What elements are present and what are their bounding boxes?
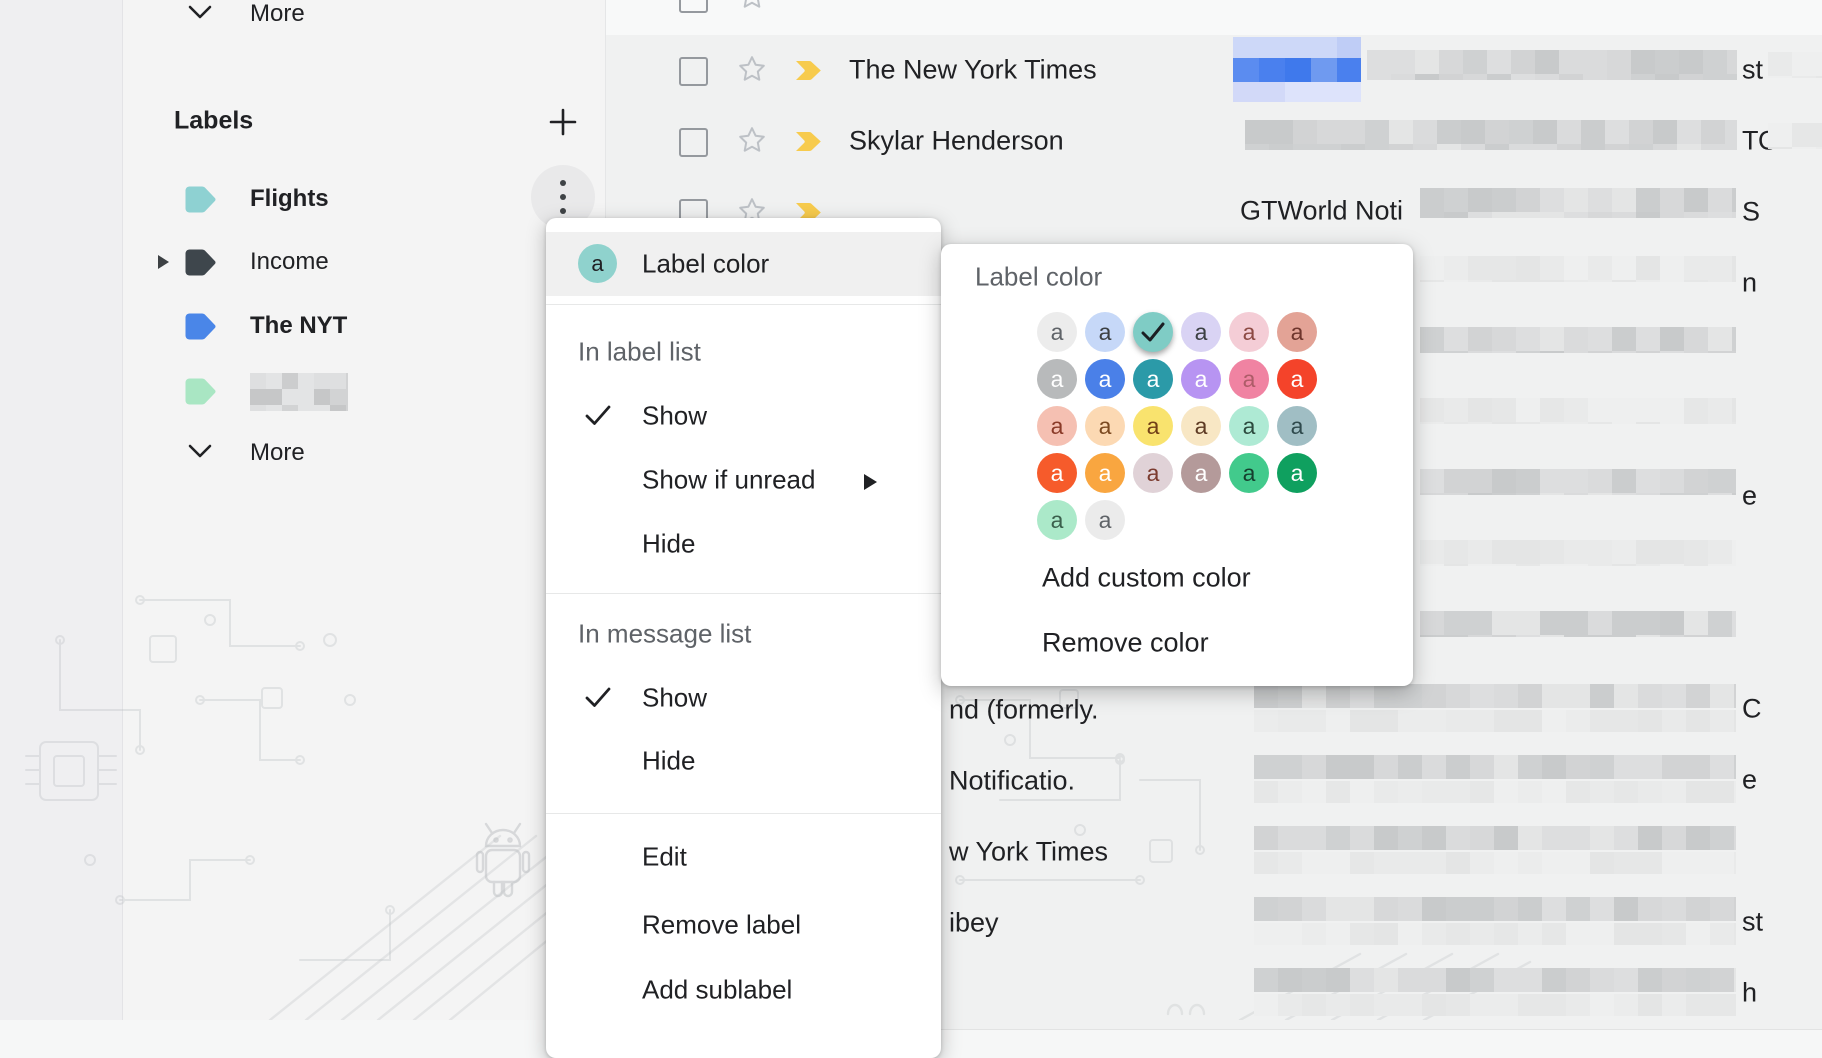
redacted-snippet-block	[1254, 710, 1736, 732]
email-snippet-fragment: st	[1742, 907, 1763, 938]
label-color-menu-label[interactable]: Label color	[642, 249, 769, 280]
email-sender: Skylar Henderson	[849, 126, 1064, 157]
redacted-snippet-block	[1768, 52, 1822, 78]
email-snippet-fragment: C	[1742, 694, 1762, 725]
redacted-snippet-block	[1254, 826, 1736, 850]
row-checkbox[interactable]	[679, 57, 708, 86]
menu-item-edit[interactable]: Edit	[642, 842, 687, 873]
redacted-snippet-block	[1254, 923, 1736, 945]
menu-item-show-if-unread[interactable]: Show if unread	[642, 465, 815, 496]
redacted-subject-block	[1233, 37, 1361, 58]
color-swatch[interactable]: a	[1085, 312, 1125, 352]
redacted-snippet-block	[1245, 120, 1737, 150]
redacted-snippet-block	[1254, 755, 1736, 779]
color-swatch-selected[interactable]	[1133, 312, 1173, 352]
color-swatch[interactable]: a	[1037, 453, 1077, 493]
email-sender-fragment: Notificatio.	[949, 766, 1075, 797]
redacted-snippet-block	[1254, 968, 1736, 992]
redacted-snippet-block	[1420, 188, 1736, 218]
redacted-snippet-block	[1254, 781, 1736, 803]
color-swatch[interactable]: a	[1229, 453, 1269, 493]
menu-divider	[546, 593, 941, 594]
redacted-snippet-block	[1420, 469, 1736, 495]
submenu-title: Label color	[975, 262, 1102, 293]
redacted-snippet-block	[1420, 398, 1736, 424]
color-swatch[interactable]: a	[1181, 453, 1221, 493]
row-checkbox[interactable]	[679, 0, 708, 13]
menu-section-header: In label list	[578, 337, 701, 368]
redacted-snippet-block	[1420, 256, 1736, 282]
color-swatch[interactable]: a	[1133, 453, 1173, 493]
color-swatch[interactable]: a	[1085, 500, 1125, 540]
redacted-snippet-block	[1254, 852, 1736, 874]
color-swatch[interactable]: a	[1181, 406, 1221, 446]
color-swatch[interactable]: a	[1037, 359, 1077, 399]
redacted-subject-block	[1233, 82, 1361, 102]
email-sender-fragment: w York Times	[949, 837, 1108, 868]
redacted-snippet-block	[1254, 994, 1736, 1016]
label-color-submenu: Label color aaaaaaaaaaaaaaaaaaaaaaaaa Ad…	[941, 244, 1413, 686]
redacted-snippet-block	[1254, 684, 1736, 708]
menu-section-header: In message list	[578, 619, 751, 650]
email-snippet-fragment: h	[1742, 978, 1757, 1009]
menu-item-remove-label[interactable]: Remove label	[642, 910, 801, 941]
row-checkbox[interactable]	[679, 128, 708, 157]
color-swatch[interactable]: a	[1037, 312, 1077, 352]
checkmark-icon	[584, 685, 614, 711]
importance-marker-icon	[794, 59, 823, 87]
redacted-snippet-block	[1420, 611, 1736, 637]
email-snippet-fragment: st	[1742, 55, 1763, 86]
email-snippet-fragment: e	[1742, 765, 1757, 796]
color-swatch[interactable]: a	[1181, 359, 1221, 399]
redacted-snippet-block	[1367, 50, 1737, 80]
star-icon[interactable]	[737, 125, 767, 160]
redacted-snippet-block	[1420, 327, 1736, 353]
color-swatch[interactable]: a	[1085, 453, 1125, 493]
email-subject-fragment: GTWorld Noti	[1240, 196, 1403, 227]
color-swatch[interactable]: a	[1229, 406, 1269, 446]
importance-marker-icon	[794, 130, 823, 158]
menu-item-show[interactable]: Show	[642, 683, 707, 714]
menu-item-add-sublabel[interactable]: Add sublabel	[642, 975, 792, 1006]
color-swatch[interactable]: a	[1277, 453, 1317, 493]
redacted-snippet-block	[1768, 123, 1822, 149]
color-swatch[interactable]: a	[1181, 312, 1221, 352]
color-swatch[interactable]: a	[1277, 406, 1317, 446]
add-custom-color-button[interactable]: Add custom color	[1042, 563, 1251, 594]
email-snippet-fragment: e	[1742, 481, 1757, 512]
redacted-snippet-block	[1420, 540, 1736, 566]
email-snippet-fragment: S	[1742, 197, 1760, 228]
checkmark-icon	[584, 403, 614, 429]
menu-divider	[546, 304, 941, 305]
color-swatch[interactable]: a	[1037, 500, 1077, 540]
color-swatch[interactable]: a	[1277, 359, 1317, 399]
remove-color-button[interactable]: Remove color	[1042, 628, 1209, 659]
label-context-menu: a Label color In label list Show Show if u…	[546, 218, 941, 1058]
email-sender-fragment: nd (formerly.	[949, 695, 1099, 726]
menu-divider	[546, 813, 941, 814]
color-swatch[interactable]: a	[1037, 406, 1077, 446]
email-sender-fragment: ibey	[949, 908, 999, 939]
menu-item-hide[interactable]: Hide	[642, 529, 695, 560]
color-swatch[interactable]: a	[1085, 406, 1125, 446]
color-swatch[interactable]: a	[1229, 359, 1269, 399]
menu-item-hide[interactable]: Hide	[642, 746, 695, 777]
color-swatch[interactable]: a	[1229, 312, 1269, 352]
redacted-snippet-block	[1254, 897, 1736, 921]
color-swatch[interactable]: a	[1085, 359, 1125, 399]
menu-item-show[interactable]: Show	[642, 401, 707, 432]
redacted-subject-block	[1233, 58, 1361, 82]
color-swatch[interactable]: a	[1133, 359, 1173, 399]
star-icon[interactable]	[737, 54, 767, 89]
star-icon[interactable]	[737, 0, 767, 16]
current-label-color-swatch: a	[578, 244, 617, 283]
color-swatch[interactable]: a	[1133, 406, 1173, 446]
email-sender: The New York Times	[849, 55, 1097, 86]
submenu-arrow-icon	[864, 474, 877, 495]
color-swatch[interactable]: a	[1277, 312, 1317, 352]
email-snippet-fragment: n	[1742, 268, 1757, 299]
